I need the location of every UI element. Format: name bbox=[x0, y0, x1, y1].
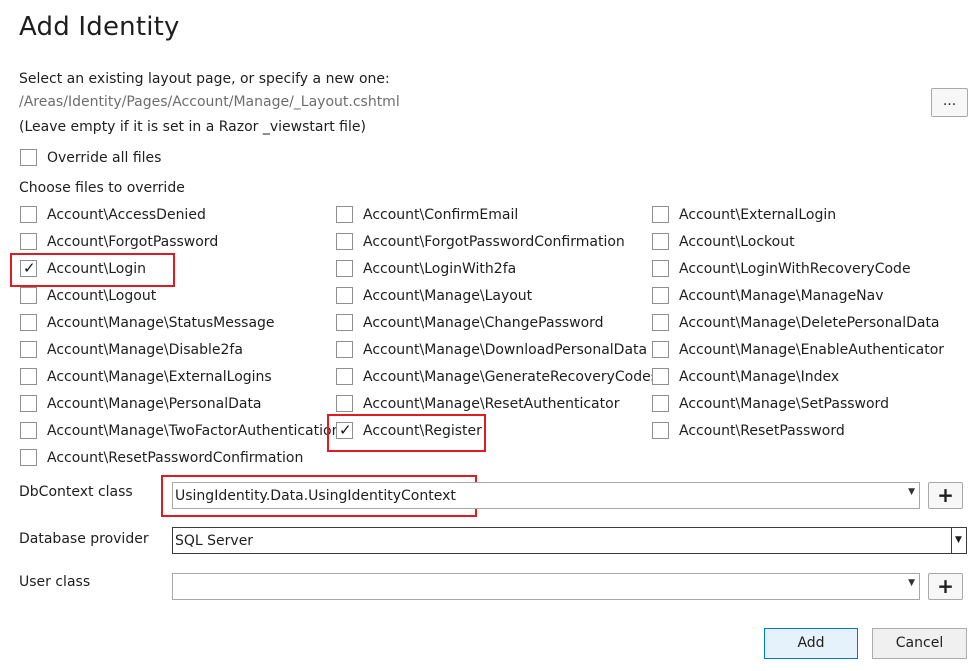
dbcontext-label: DbContext class bbox=[19, 484, 133, 500]
override-all-checkbox[interactable] bbox=[20, 149, 37, 166]
choose-files-label: Choose files to override bbox=[19, 180, 185, 196]
file-checkbox[interactable] bbox=[336, 368, 353, 385]
file-checkbox-label: Account\Manage\GenerateRecoveryCodes bbox=[363, 369, 659, 385]
dbcontext-combobox[interactable]: UsingIdentity.Data.UsingIdentityContext … bbox=[172, 482, 920, 509]
user-class-combobox[interactable]: ▼ bbox=[172, 573, 920, 600]
file-checkbox-label: Account\Manage\Index bbox=[679, 369, 840, 385]
file-checkbox-label: Account\ForgotPasswordConfirmation bbox=[363, 234, 625, 250]
override-all-label: Override all files bbox=[47, 150, 162, 166]
file-checkbox[interactable] bbox=[20, 287, 37, 304]
file-checkbox[interactable] bbox=[20, 314, 37, 331]
chevron-down-icon[interactable]: ▼ bbox=[908, 578, 915, 588]
add-dbcontext-button[interactable]: + bbox=[928, 482, 963, 509]
file-checkbox-label: Account\Manage\TwoFactorAuthentication bbox=[47, 423, 341, 439]
file-checkbox-label: Account\LoginWithRecoveryCode bbox=[679, 261, 911, 277]
file-checkbox-label: Account\Manage\StatusMessage bbox=[47, 315, 275, 331]
file-checkbox-label: Account\ResetPasswordConfirmation bbox=[47, 450, 304, 466]
file-checkbox[interactable] bbox=[20, 341, 37, 358]
browse-layout-button[interactable]: ... bbox=[931, 88, 968, 117]
add-user-class-button[interactable]: + bbox=[928, 573, 963, 600]
file-checkbox-label: Account\Manage\SetPassword bbox=[679, 396, 889, 412]
file-checkbox-label: Account\ForgotPassword bbox=[47, 234, 219, 250]
file-checkbox[interactable] bbox=[652, 233, 669, 250]
add-button[interactable]: Add bbox=[764, 628, 858, 659]
file-checkbox[interactable] bbox=[336, 287, 353, 304]
file-checkbox[interactable] bbox=[652, 368, 669, 385]
layout-path-field[interactable]: /Areas/Identity/Pages/Account/Manage/_La… bbox=[19, 94, 400, 110]
cancel-button[interactable]: Cancel bbox=[872, 628, 967, 659]
file-checkbox[interactable] bbox=[652, 287, 669, 304]
dialog-title: Add Identity bbox=[19, 12, 180, 42]
file-checkbox[interactable] bbox=[20, 368, 37, 385]
file-checkbox[interactable] bbox=[652, 395, 669, 412]
file-checkbox[interactable] bbox=[20, 395, 37, 412]
highlight-register bbox=[327, 414, 486, 452]
file-checkbox[interactable] bbox=[20, 233, 37, 250]
file-checkbox-label: Account\Manage\DeletePersonalData bbox=[679, 315, 940, 331]
file-checkbox[interactable] bbox=[336, 314, 353, 331]
file-checkbox-label: Account\Manage\ExternalLogins bbox=[47, 369, 272, 385]
file-checkbox[interactable] bbox=[652, 314, 669, 331]
layout-hint: (Leave empty if it is set in a Razor _vi… bbox=[19, 119, 366, 135]
file-checkbox-label: Account\ResetPassword bbox=[679, 423, 845, 439]
file-checkbox[interactable] bbox=[336, 395, 353, 412]
provider-value: SQL Server bbox=[175, 533, 254, 549]
dbcontext-value: UsingIdentity.Data.UsingIdentityContext bbox=[175, 488, 456, 504]
file-checkbox-label: Account\ExternalLogin bbox=[679, 207, 837, 223]
user-class-label: User class bbox=[19, 574, 91, 590]
file-checkbox-label: Account\Logout bbox=[47, 288, 157, 304]
file-checkbox-label: Account\AccessDenied bbox=[47, 207, 206, 223]
file-checkbox-label: Account\ConfirmEmail bbox=[363, 207, 519, 223]
provider-label: Database provider bbox=[19, 531, 149, 547]
provider-combobox[interactable]: SQL Server ▼ bbox=[172, 527, 967, 554]
file-checkbox-label: Account\Lockout bbox=[679, 234, 795, 250]
file-checkbox[interactable] bbox=[336, 341, 353, 358]
file-checkbox[interactable] bbox=[336, 206, 353, 223]
chevron-down-icon[interactable]: ▼ bbox=[908, 487, 915, 497]
file-checkbox-label: Account\LoginWith2fa bbox=[363, 261, 517, 277]
file-checkbox[interactable] bbox=[20, 206, 37, 223]
file-checkbox-label: Account\Manage\EnableAuthenticator bbox=[679, 342, 945, 358]
chevron-down-icon[interactable]: ▼ bbox=[951, 528, 966, 553]
file-checkbox[interactable] bbox=[652, 206, 669, 223]
file-checkbox-label: Account\Manage\PersonalData bbox=[47, 396, 262, 412]
highlight-login bbox=[10, 253, 175, 287]
file-checkbox-label: Account\Manage\Layout bbox=[363, 288, 533, 304]
file-checkbox-label: Account\Manage\ManageNav bbox=[679, 288, 884, 304]
file-checkbox[interactable] bbox=[336, 233, 353, 250]
file-checkbox-label: Account\Manage\ResetAuthenticator bbox=[363, 396, 620, 412]
file-checkbox-label: Account\Manage\ChangePassword bbox=[363, 315, 604, 331]
file-checkbox[interactable] bbox=[652, 422, 669, 439]
layout-prompt: Select an existing layout page, or speci… bbox=[19, 71, 390, 87]
file-checkbox-label: Account\Manage\Disable2fa bbox=[47, 342, 243, 358]
file-checkbox-label: Account\Manage\DownloadPersonalData bbox=[363, 342, 648, 358]
file-checkbox[interactable] bbox=[652, 260, 669, 277]
file-checkbox[interactable] bbox=[336, 260, 353, 277]
file-checkbox[interactable] bbox=[20, 422, 37, 439]
file-checkbox[interactable] bbox=[652, 341, 669, 358]
file-checkbox[interactable] bbox=[20, 449, 37, 466]
